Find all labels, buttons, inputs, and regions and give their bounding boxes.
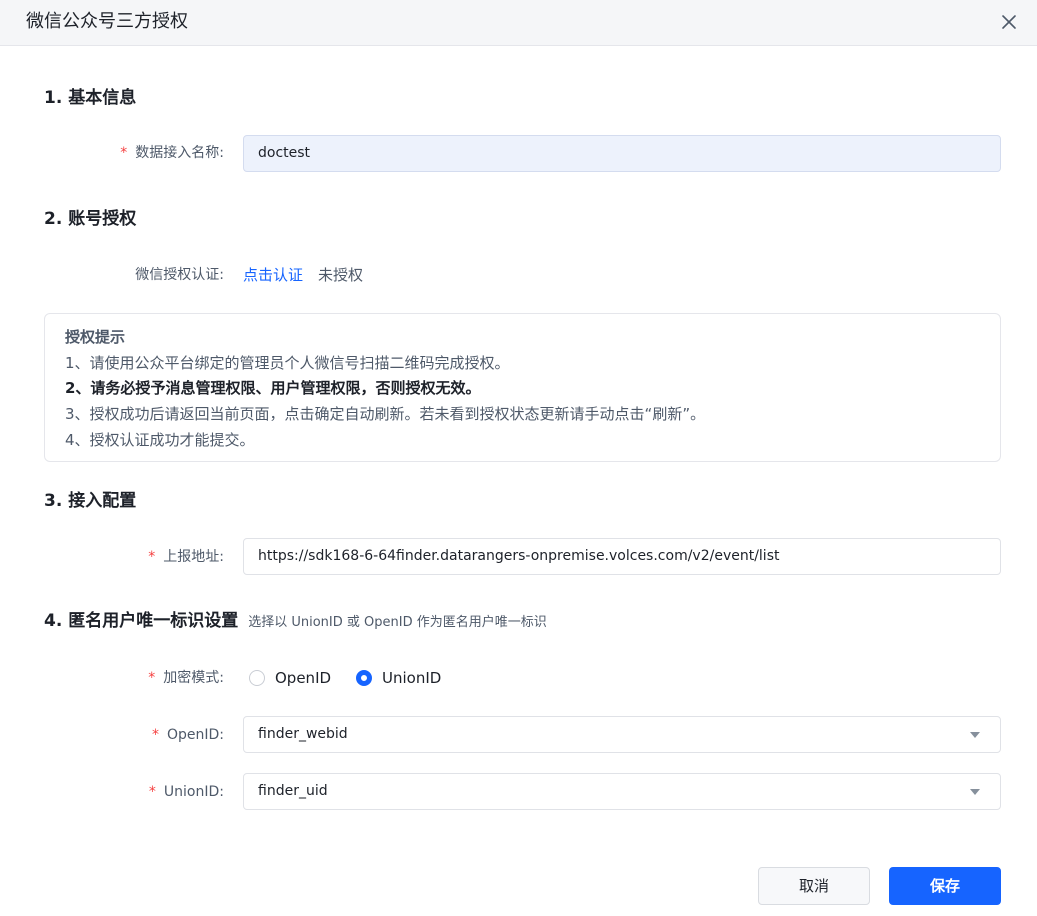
report-url-label: * 上报地址:: [148, 549, 224, 565]
openid-select-value: finder_webid: [258, 726, 348, 742]
section-title-account-auth: 2. 账号授权: [44, 209, 137, 229]
tips-line: 1、请使用公众平台绑定的管理员个人微信号扫描二维码完成授权。: [65, 354, 510, 372]
radio-label: UnionID: [382, 669, 442, 687]
radio-circle[interactable]: [249, 670, 265, 686]
close-icon[interactable]: [998, 11, 1020, 33]
tips-title: 授权提示: [65, 328, 126, 346]
report-url-input[interactable]: https://sdk168-6-64finder.datarangers-on…: [243, 538, 1001, 575]
encrypt-mode-label: * 加密模式:: [148, 670, 224, 686]
unionid-select-value: finder_uid: [258, 783, 328, 799]
name-input[interactable]: doctest: [243, 135, 1001, 172]
required-mark: *: [148, 549, 156, 565]
radio-openid[interactable]: OpenID: [249, 668, 331, 688]
section-hint: 选择以 UnionID 或 OpenID 作为匿名用户唯一标识: [248, 615, 547, 630]
auth-status: 未授权: [318, 266, 364, 284]
openid-select[interactable]: finder_webid: [243, 716, 1001, 753]
radio-unionid[interactable]: UnionID: [356, 668, 441, 688]
required-mark: *: [151, 727, 159, 743]
cancel-button[interactable]: 取消: [758, 867, 870, 905]
required-mark: *: [148, 670, 156, 686]
dialog-title: 微信公众号三方授权: [26, 11, 188, 32]
save-button[interactable]: 保存: [889, 867, 1001, 905]
tips-line: 3、授权成功后请返回当前页面，点击确定自动刷新。若未看到授权状态更新请手动点击“…: [65, 405, 706, 423]
radio-label: OpenID: [275, 669, 332, 687]
tips-line: 4、授权认证成功才能提交。: [65, 431, 255, 449]
section-title-anon-id: 4. 匿名用户唯一标识设置 选择以 UnionID 或 OpenID 作为匿名用户…: [44, 611, 547, 631]
auth-tips-box: 授权提示 1、请使用公众平台绑定的管理员个人微信号扫描二维码完成授权。 2、请务…: [44, 313, 1001, 462]
caret-down-icon: [970, 789, 980, 795]
unionid-select[interactable]: finder_uid: [243, 773, 1001, 810]
section-title-basic-info: 1. 基本信息: [44, 88, 137, 108]
radio-circle-checked[interactable]: [356, 670, 372, 686]
required-mark: *: [148, 784, 156, 800]
caret-down-icon: [970, 732, 980, 738]
openid-label: * OpenID:: [151, 727, 224, 743]
auth-link[interactable]: 点击认证: [243, 265, 303, 285]
tips-line: 2、请务必授予消息管理权限、用户管理权限，否则授权无效。: [65, 379, 481, 397]
dialog-header: 微信公众号三方授权: [0, 0, 1037, 46]
unionid-label: * UnionID:: [148, 784, 224, 800]
name-field-label: * 数据接入名称:: [120, 145, 224, 161]
section-title-access-config: 3. 接入配置: [44, 491, 137, 511]
auth-field-label: 微信授权认证:: [135, 267, 224, 283]
required-mark: *: [120, 145, 128, 161]
